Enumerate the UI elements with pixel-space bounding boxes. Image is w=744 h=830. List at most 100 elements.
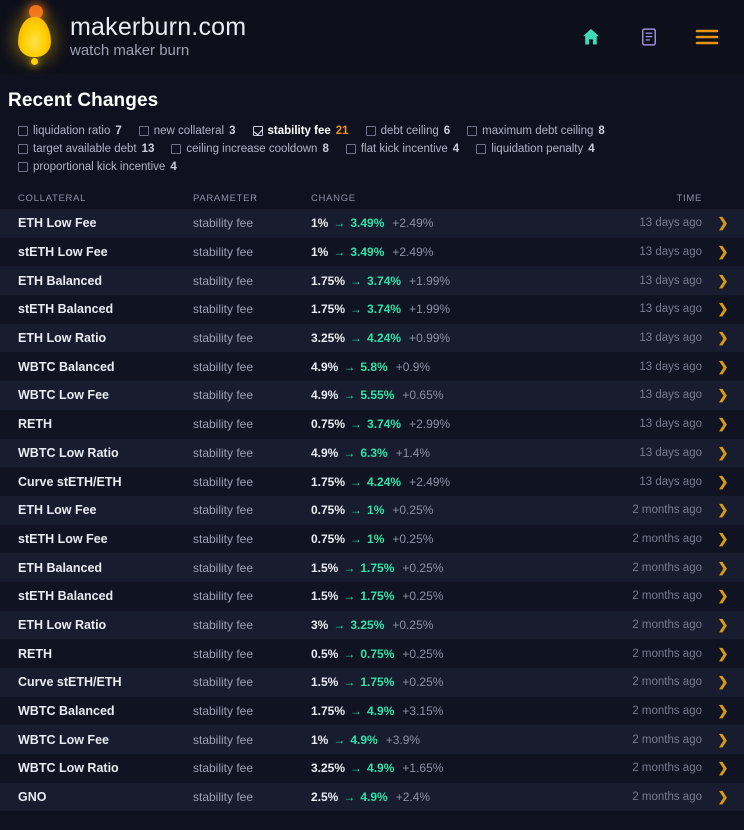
filter-new-collateral[interactable]: new collateral 3 [138, 125, 236, 137]
checkbox-icon[interactable] [365, 126, 376, 136]
chevron-right-icon[interactable]: ❯ [702, 215, 744, 231]
table-row[interactable]: WBTC Balanced stability fee 1.75% → 4.9% +3.1… [0, 696, 744, 726]
table-row[interactable]: Curve stETH/ETH stability fee 1.5% → 1.75% +0… [0, 668, 744, 697]
cell-collateral: RETH [18, 417, 53, 432]
filter-proportional-kick-incentive[interactable]: proportional kick incentive 4 [18, 161, 177, 173]
chevron-right-icon[interactable]: ❯ [702, 502, 744, 518]
change-to-value: 4.9% [367, 761, 395, 776]
change-to-value: 3.25% [350, 617, 385, 632]
cell-change: 0.5% → 0.75% +0.25% [311, 647, 594, 661]
cell-collateral: stETH Low Fee [18, 245, 108, 260]
chevron-right-icon[interactable]: ❯ [702, 359, 744, 375]
filter-debt-ceiling[interactable]: debt ceiling 6 [365, 125, 450, 137]
table-row[interactable]: WBTC Low Ratio stability fee 3.25% → 4.9% +1.… [0, 754, 744, 783]
checkbox-icon[interactable] [467, 126, 478, 136]
chevron-right-icon[interactable]: ❯ [702, 416, 744, 432]
change-from-value: 3.25% [311, 761, 346, 776]
filter-liquidation-penalty[interactable]: liquidation penalty 4 [476, 143, 595, 155]
change-delta-value: +0.99% [409, 331, 451, 346]
chevron-right-icon[interactable]: ❯ [702, 330, 744, 346]
chevron-right-icon[interactable]: ❯ [702, 617, 744, 633]
filter-maximum-debt-ceiling[interactable]: maximum debt ceiling 8 [467, 125, 605, 137]
checkbox-icon[interactable] [171, 144, 182, 154]
cell-time: 2 months ago [632, 590, 702, 603]
brand-subtitle: watch maker burn [70, 42, 190, 59]
change-to-value: 6.3% [360, 445, 388, 460]
table-row[interactable]: stETH Balanced stability fee 1.5% → 1.75% +0.… [0, 581, 744, 611]
change-delta-value: +2.49% [392, 245, 434, 260]
brand-logo[interactable]: makerburn.com watch maker burn [8, 2, 246, 72]
checkbox-icon[interactable] [345, 144, 356, 154]
filter-stability-fee[interactable]: stability fee 21 [252, 125, 349, 137]
table-row[interactable]: ETH Balanced stability fee 1.75% → 3.74% +1.9… [0, 266, 744, 296]
change-from-value: 1.5% [311, 675, 339, 690]
table-row[interactable]: RETH stability fee 0.5% → 0.75% +0.25% 2 month… [0, 639, 744, 668]
arrow-right-icon: → [333, 732, 346, 747]
table-row[interactable]: GNO stability fee 2.5% → 4.9% +2.4% 2 months a… [0, 782, 744, 812]
table-row[interactable]: ETH Low Fee stability fee 1% → 3.49% +2.49% 13… [0, 209, 744, 238]
filter-count: 7 [115, 125, 122, 137]
table-row[interactable]: Curve stETH/ETH stability fee 1.75% → 4.24% +… [0, 467, 744, 496]
chevron-right-icon[interactable]: ❯ [702, 531, 744, 547]
table-row[interactable]: ETH Balanced stability fee 1.5% → 1.75% +0.25… [0, 553, 744, 582]
filter-count: 4 [452, 143, 460, 155]
checkbox-icon[interactable] [138, 126, 149, 136]
filter-liquidation-ratio[interactable]: liquidation ratio 7 [18, 125, 122, 137]
filter-target-available-debt[interactable]: target available debt 13 [18, 143, 154, 155]
table-row[interactable]: RETH stability fee 0.75% → 3.74% +2.99% 13 day… [0, 409, 744, 439]
table-row[interactable]: stETH Low Fee stability fee 1% → 3.49% +2.49%… [0, 237, 744, 267]
filter-label: stability fee [267, 125, 331, 137]
checkbox-icon[interactable] [18, 162, 28, 172]
cell-change: 1.5% → 1.75% +0.25% [311, 589, 594, 603]
chevron-right-icon[interactable]: ❯ [702, 646, 744, 662]
change-delta-value: +0.9% [395, 359, 431, 374]
table-row[interactable]: WBTC Balanced stability fee 4.9% → 5.8% +0.9%… [0, 352, 744, 382]
cell-change: 4.9% → 6.3% +1.4% [311, 446, 594, 460]
table-row[interactable]: WBTC Low Fee stability fee 1% → 4.9% +3.9% 2 m… [0, 725, 744, 755]
chevron-right-icon[interactable]: ❯ [702, 789, 744, 805]
checkbox-icon[interactable] [476, 144, 487, 154]
chevron-right-icon[interactable]: ❯ [702, 273, 744, 289]
home-icon[interactable] [578, 24, 604, 50]
checkbox-icon[interactable] [252, 126, 263, 136]
document-icon[interactable] [636, 24, 662, 50]
checkbox-icon[interactable] [18, 126, 28, 136]
filter-flat-kick-incentive[interactable]: flat kick incentive 4 [345, 143, 460, 155]
hamburger-menu-icon[interactable] [694, 24, 720, 50]
table-row[interactable]: ETH Low Ratio stability fee 3.25% → 4.24% +0.… [0, 323, 744, 353]
chevron-right-icon[interactable]: ❯ [702, 674, 744, 690]
cell-change: 4.9% → 5.8% +0.9% [311, 360, 594, 374]
chevron-right-icon[interactable]: ❯ [702, 387, 744, 403]
change-to-value: 3.49% [350, 245, 385, 260]
filter-count: 4 [170, 161, 177, 173]
filter-label: liquidation ratio [33, 125, 111, 137]
table-row[interactable]: stETH Balanced stability fee 1.75% → 3.74% +1… [0, 295, 744, 324]
chevron-right-icon[interactable]: ❯ [702, 244, 744, 260]
change-delta-value: +0.65% [402, 388, 444, 403]
checkbox-icon[interactable] [18, 144, 28, 154]
filter-label: debt ceiling [380, 125, 439, 137]
chevron-right-icon[interactable]: ❯ [702, 703, 744, 719]
cell-time: 13 days ago [639, 303, 702, 316]
chevron-right-icon[interactable]: ❯ [702, 301, 744, 317]
cell-collateral: ETH Low Fee [18, 216, 97, 231]
table-row[interactable]: ETH Low Fee stability fee 0.75% → 1% +0.25% 2 … [0, 495, 744, 525]
cell-parameter: stability fee [193, 675, 254, 690]
cell-collateral: WBTC Balanced [18, 704, 115, 719]
cell-parameter: stability fee [193, 216, 254, 231]
cell-change: 3.25% → 4.9% +1.65% [311, 761, 594, 775]
chevron-right-icon[interactable]: ❯ [702, 445, 744, 461]
change-delta-value: +1.4% [395, 445, 431, 460]
table-row[interactable]: WBTC Low Fee stability fee 4.9% → 5.55% +0.65… [0, 381, 744, 410]
chevron-right-icon[interactable]: ❯ [702, 474, 744, 490]
chevron-right-icon[interactable]: ❯ [702, 760, 744, 776]
cell-change: 1.75% → 3.74% +1.99% [311, 302, 594, 316]
table-row[interactable]: WBTC Low Ratio stability fee 4.9% → 6.3% +1.4… [0, 438, 744, 468]
table-row[interactable]: stETH Low Fee stability fee 0.75% → 1% +0.25%… [0, 524, 744, 554]
filter-ceiling-increase-cooldown[interactable]: ceiling increase cooldown 8 [171, 143, 329, 155]
chevron-right-icon[interactable]: ❯ [702, 588, 744, 604]
table-row[interactable]: ETH Low Ratio stability fee 3% → 3.25% +0.25%… [0, 610, 744, 640]
arrow-right-icon: → [350, 273, 363, 288]
chevron-right-icon[interactable]: ❯ [702, 732, 744, 748]
chevron-right-icon[interactable]: ❯ [702, 560, 744, 576]
